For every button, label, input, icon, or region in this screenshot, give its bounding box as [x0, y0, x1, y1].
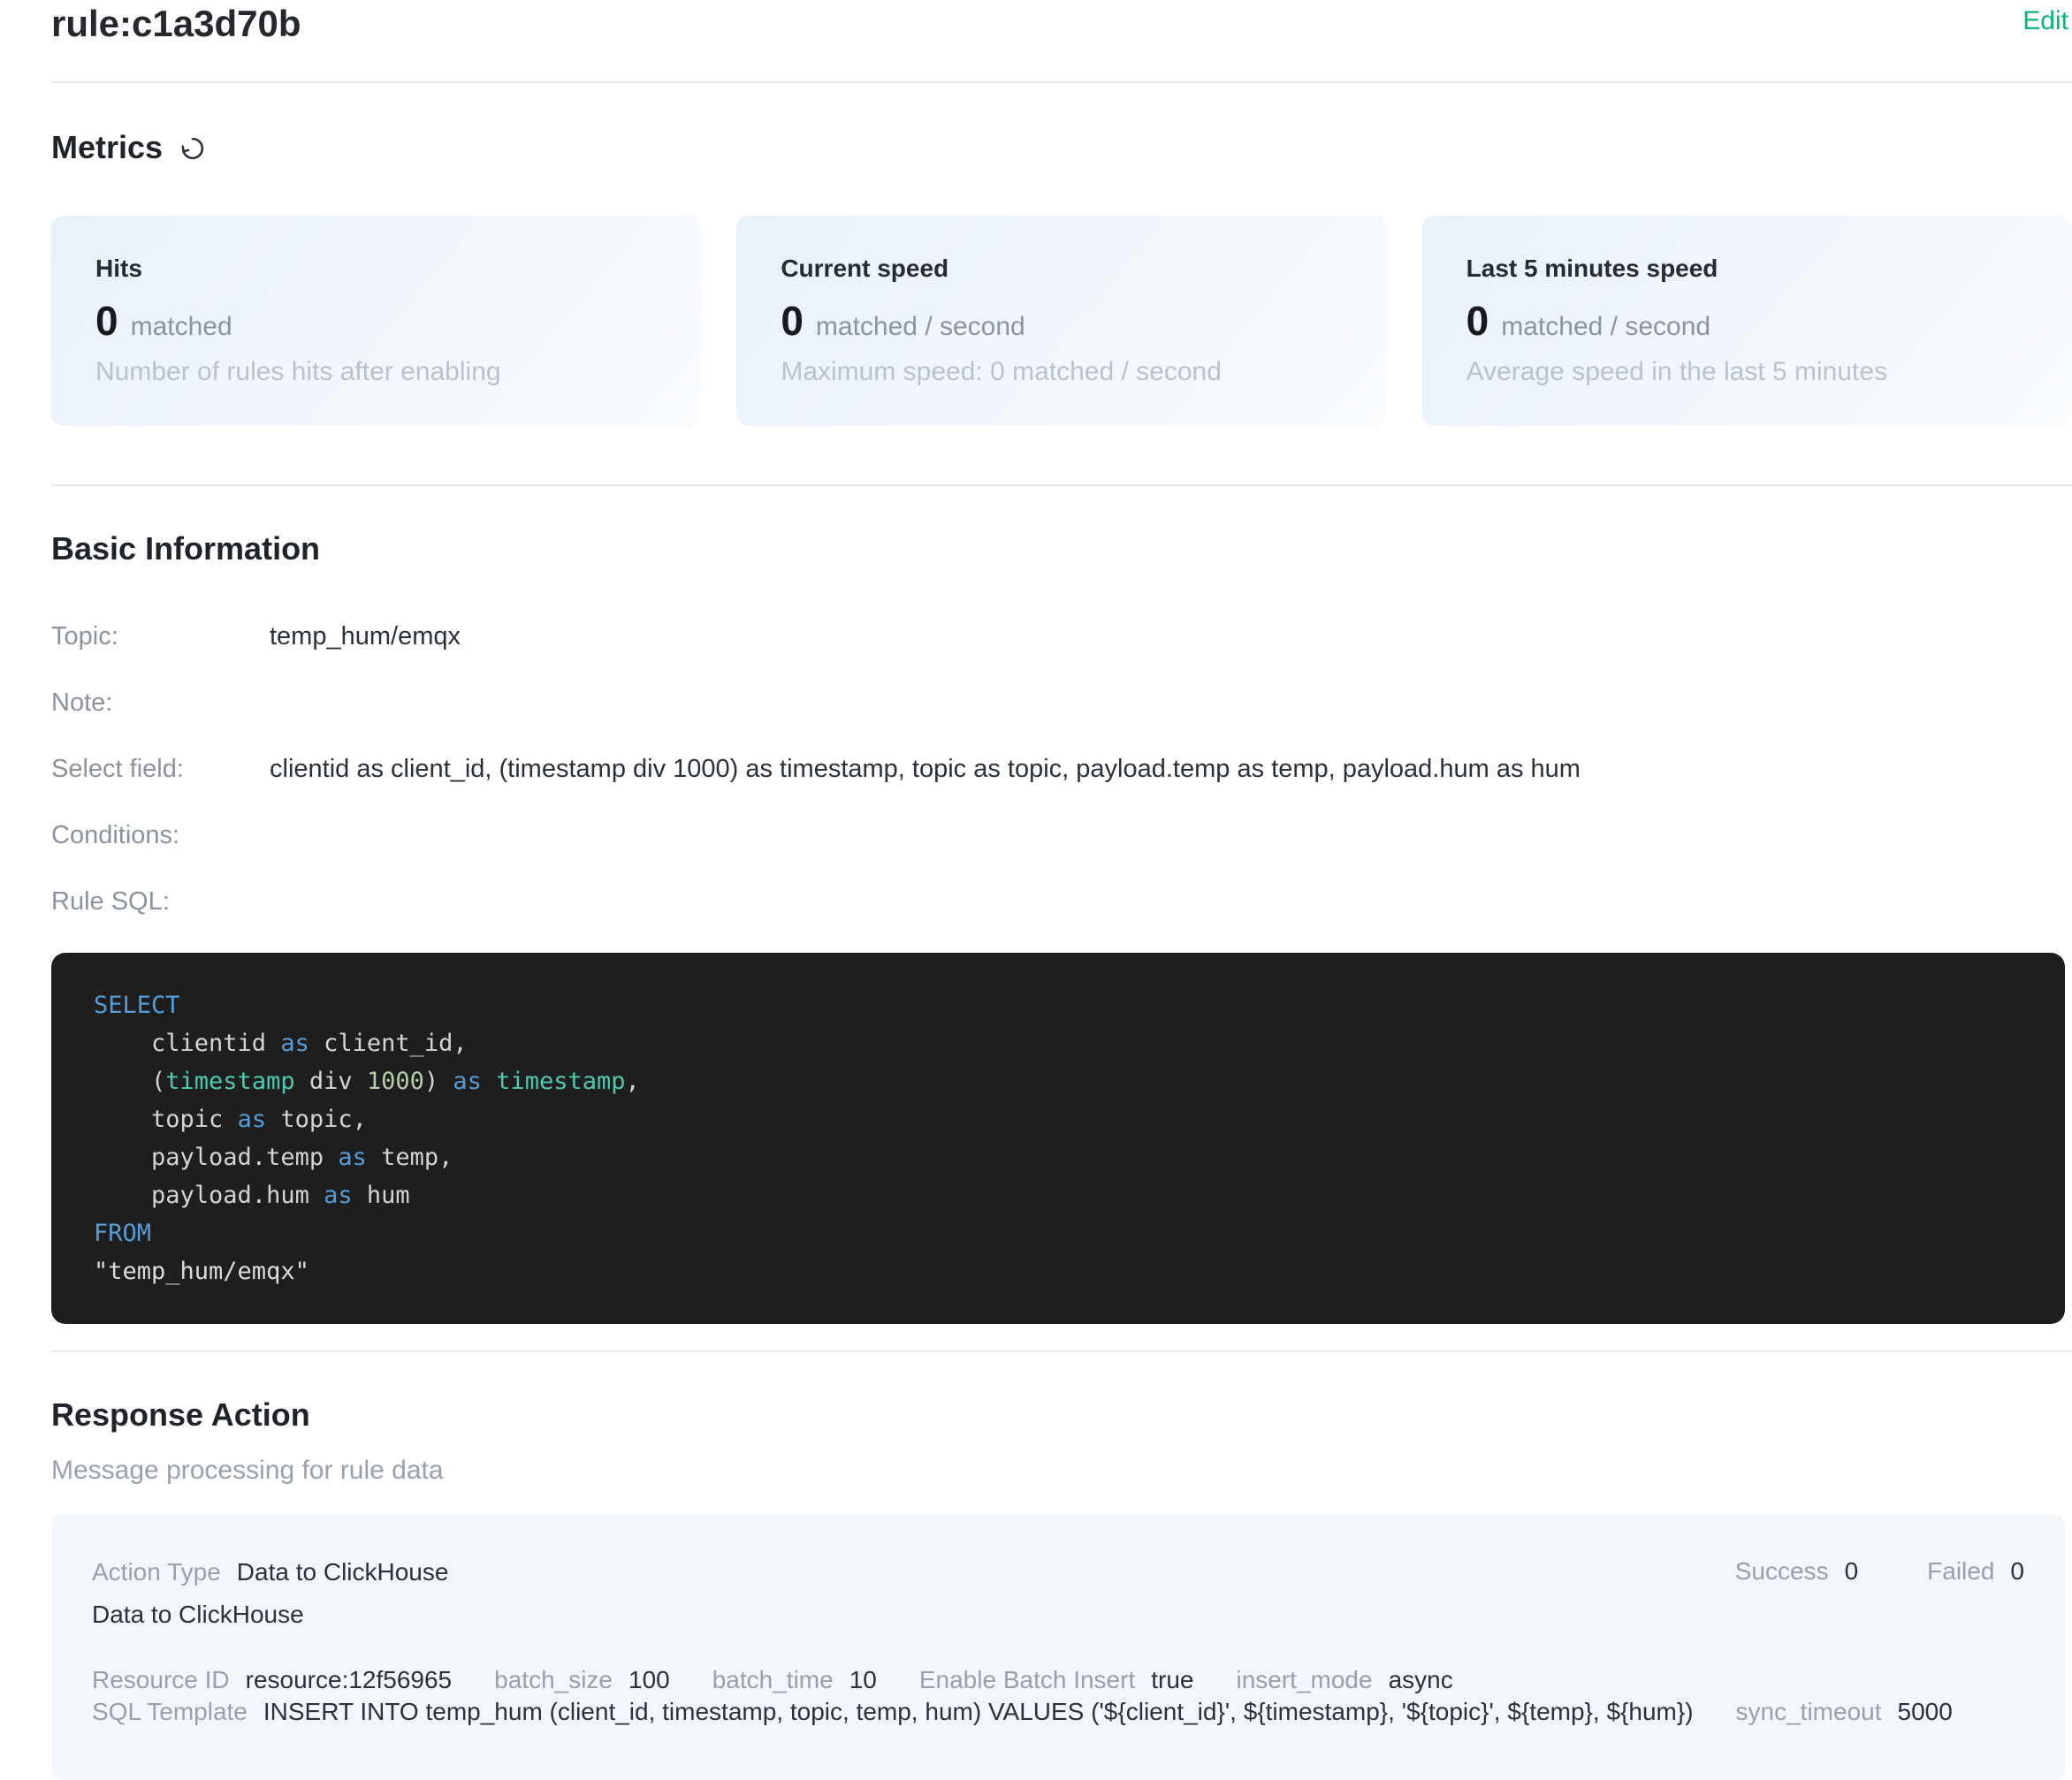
attr-label: insert_mode [1236, 1665, 1372, 1695]
info-label: Rule SQL: [51, 886, 270, 917]
metric-value: 0 [1466, 299, 1489, 343]
success-label: Success [1735, 1557, 1829, 1586]
attr-value: resource:12f56965 [246, 1665, 453, 1695]
metric-value-row: 0 matched [95, 299, 657, 343]
info-row-conditions: Conditions: [51, 819, 2072, 851]
attr-batch-size: batch_size 100 [494, 1665, 670, 1695]
metric-value: 0 [95, 299, 118, 343]
info-row-note: Note: [51, 687, 2072, 719]
metric-description: Number of rules hits after enabling [95, 357, 657, 387]
edit-link[interactable]: Edit [2022, 5, 2068, 37]
attr-insert-mode: insert_mode async [1236, 1665, 1452, 1695]
attr-sync-timeout: sync_timeout 5000 [1736, 1697, 1953, 1727]
action-attributes-row-2: SQL Template INSERT INTO temp_hum (clien… [92, 1697, 2024, 1727]
info-label: Topic: [51, 620, 270, 652]
action-card-top-row: Action Type Data to ClickHouse Success 0… [92, 1557, 2024, 1587]
metrics-heading-label: Metrics [51, 129, 163, 166]
response-action-section: Response Action Message processing for r… [51, 1396, 2072, 1780]
attr-batch-time: batch_time 10 [712, 1665, 877, 1695]
basic-information-rows: Topic: temp_hum/emqx Note: Select field:… [51, 620, 2072, 917]
attr-value: INSERT INTO temp_hum (client_id, timesta… [263, 1697, 1694, 1727]
attr-value: 100 [628, 1665, 670, 1695]
attr-value: true [1151, 1665, 1193, 1695]
action-attributes-row-1: Resource ID resource:12f56965 batch_size… [92, 1665, 2024, 1695]
response-action-heading: Response Action [51, 1396, 2072, 1434]
metric-description: Average speed in the last 5 minutes [1466, 357, 2028, 387]
refresh-icon[interactable] [177, 133, 209, 164]
attr-label: SQL Template [92, 1697, 248, 1727]
info-label: Note: [51, 687, 270, 719]
action-stats: Success 0 Failed 0 [1735, 1557, 2024, 1586]
attr-label: sync_timeout [1736, 1697, 1882, 1727]
metric-value-row: 0 matched / second [1466, 299, 2028, 343]
success-count: 0 [1845, 1557, 1859, 1586]
metric-value: 0 [781, 299, 804, 343]
metric-unit: matched / second [1501, 312, 1710, 342]
divider-header [51, 81, 2072, 83]
info-label: Conditions: [51, 819, 270, 851]
info-row-select-field: Select field: clientid as client_id, (ti… [51, 753, 2072, 785]
info-value: clientid as client_id, (timestamp div 10… [270, 753, 1581, 785]
metric-card-title: Hits [95, 255, 657, 283]
rule-sql-code-block: SELECT clientid as client_id, (timestamp… [51, 953, 2065, 1324]
failed-label: Failed [1927, 1557, 1994, 1586]
basic-information-section: Basic Information Topic: temp_hum/emqx N… [51, 530, 2072, 1324]
metric-value-row: 0 matched / second [781, 299, 1342, 343]
action-type-value: Data to ClickHouse [237, 1557, 449, 1587]
metric-card-last-5-minutes-speed: Last 5 minutes speed 0 matched / second … [1422, 216, 2072, 426]
basic-information-heading: Basic Information [51, 530, 2072, 567]
attr-label: batch_size [494, 1665, 613, 1695]
metrics-heading: Metrics [51, 129, 2072, 166]
metric-description: Maximum speed: 0 matched / second [781, 357, 1342, 387]
failed-count: 0 [2010, 1557, 2024, 1586]
info-row-topic: Topic: temp_hum/emqx [51, 620, 2072, 652]
metric-cards: Hits 0 matched Number of rules hits afte… [51, 216, 2072, 426]
info-label: Select field: [51, 753, 270, 785]
metrics-section: Metrics Hits 0 matched Number of rules h… [51, 129, 2072, 484]
metric-unit: matched / second [816, 312, 1025, 342]
action-card: Action Type Data to ClickHouse Success 0… [51, 1515, 2065, 1780]
attr-label: batch_time [712, 1665, 834, 1695]
info-value: temp_hum/emqx [270, 620, 461, 652]
page-header: rule:c1a3d70b Edit [51, 0, 2072, 81]
info-row-rule-sql: Rule SQL: [51, 886, 2072, 917]
attr-resource-id: Resource ID resource:12f56965 [92, 1665, 452, 1695]
divider-rule-sql [51, 1350, 2072, 1352]
metric-card-current-speed: Current speed 0 matched / second Maximum… [736, 216, 1386, 426]
page-title: rule:c1a3d70b [51, 4, 301, 44]
attr-sql-template: SQL Template INSERT INTO temp_hum (clien… [92, 1697, 1694, 1727]
metric-unit: matched [131, 312, 232, 342]
metric-card-title: Current speed [781, 255, 1342, 283]
attr-value: async [1389, 1665, 1453, 1695]
metric-card-hits: Hits 0 matched Number of rules hits afte… [51, 216, 701, 426]
attr-label: Resource ID [92, 1665, 230, 1695]
divider-metrics [51, 484, 2072, 486]
attr-value: 10 [849, 1665, 877, 1695]
attr-value: 5000 [1898, 1697, 1953, 1727]
action-type-pair: Action Type Data to ClickHouse [92, 1557, 448, 1587]
rule-detail-page: rule:c1a3d70b Edit Metrics Hits 0 matche… [0, 0, 2072, 1780]
metric-card-title: Last 5 minutes speed [1466, 255, 2028, 283]
attr-label: Enable Batch Insert [919, 1665, 1135, 1695]
action-type-label: Action Type [92, 1557, 221, 1587]
attr-enable-batch-insert: Enable Batch Insert true [919, 1665, 1194, 1695]
action-name: Data to ClickHouse [92, 1600, 2024, 1630]
response-action-subtitle: Message processing for rule data [51, 1455, 2072, 1487]
